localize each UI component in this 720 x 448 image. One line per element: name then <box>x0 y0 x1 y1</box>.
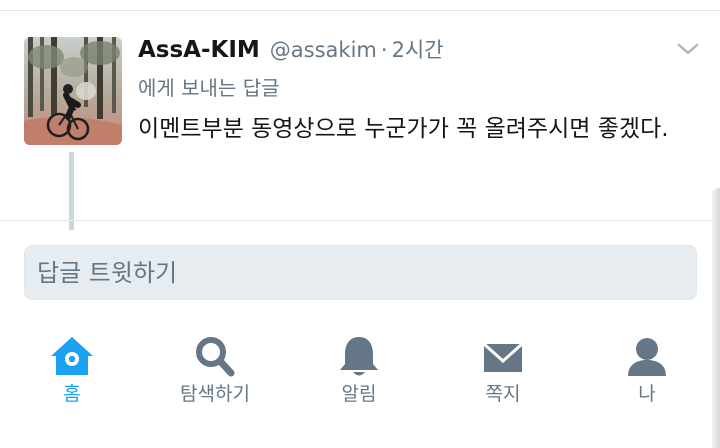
envelope-icon <box>482 342 524 372</box>
search-icon <box>196 337 235 377</box>
home-icon <box>51 337 93 375</box>
tweet[interactable]: AssA-KIM @assakim · 2시간 에게 보내는 답글 이멘트부분 … <box>0 11 720 230</box>
tab-explore[interactable]: 탐색하기 <box>155 330 275 410</box>
reply-input[interactable] <box>24 245 697 300</box>
tab-home-label: 홈 <box>63 383 81 405</box>
overlay-panel-edge <box>712 188 720 448</box>
author-name[interactable]: AssA-KIM <box>138 37 260 63</box>
tab-notifications-label: 알림 <box>341 383 377 405</box>
avatar-cyclist-image <box>24 37 122 145</box>
tab-home[interactable]: 홈 <box>12 330 132 410</box>
avatar[interactable] <box>24 37 122 145</box>
thread-line <box>69 152 74 230</box>
tweet-timestamp[interactable]: 2시간 <box>392 34 444 64</box>
reply-context: 에게 보내는 답글 <box>138 76 280 100</box>
tab-explore-label: 탐색하기 <box>180 383 250 405</box>
tweet-header: AssA-KIM @assakim · 2시간 <box>138 34 444 68</box>
tab-me[interactable]: 나 <box>587 330 707 410</box>
chevron-down-icon[interactable] <box>676 41 700 57</box>
tab-me-label: 나 <box>638 383 656 405</box>
tab-notifications[interactable]: 알림 <box>299 330 419 410</box>
author-handle[interactable]: @assakim <box>270 38 377 62</box>
bell-icon <box>340 337 378 376</box>
person-icon <box>628 338 666 376</box>
tweet-text: 이멘트부분 동영상으로 누군가가 꼭 올려주시면 좋겠다. <box>138 116 669 142</box>
tab-bar: 홈 탐색하기 알림 쪽지 나 <box>0 330 712 410</box>
meta-separator: · <box>380 38 388 62</box>
mid-divider <box>0 220 720 221</box>
tab-messages-label: 쪽지 <box>485 383 521 405</box>
tab-messages[interactable]: 쪽지 <box>443 330 563 410</box>
